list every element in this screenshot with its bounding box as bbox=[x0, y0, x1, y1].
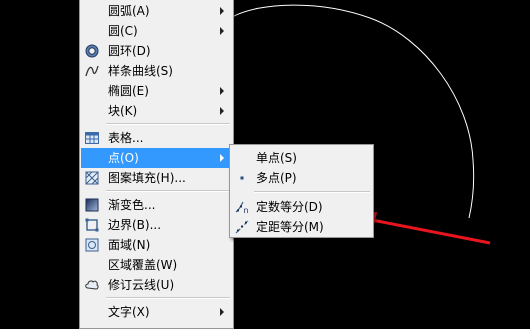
menu-separator bbox=[106, 123, 230, 125]
menu-item-label: 定数等分(D) bbox=[256, 200, 323, 214]
menu-item-circle[interactable]: 圆(C) bbox=[81, 21, 232, 41]
revcloud-icon bbox=[85, 280, 99, 290]
hatch-icon bbox=[85, 171, 99, 185]
menu-item-label: 单点(S) bbox=[256, 151, 297, 165]
menu-separator bbox=[106, 297, 230, 299]
menu-item-label: 样条曲线(S) bbox=[108, 64, 173, 78]
spline-icon bbox=[85, 65, 99, 77]
annotation-arrow-line bbox=[371, 218, 491, 245]
submenu-arrow-icon bbox=[220, 154, 224, 162]
menu-item-ellipse[interactable]: 椭圆(E) bbox=[81, 81, 232, 101]
submenu-item-single-point[interactable]: 单点(S) bbox=[231, 148, 372, 168]
menu-item-text[interactable]: 文字(X) bbox=[81, 302, 232, 322]
menu-item-spline[interactable]: 样条曲线(S) bbox=[81, 61, 232, 81]
menu-item-gradient[interactable]: 渐变色... bbox=[81, 195, 232, 215]
menu-item-label: 修订云线(U) bbox=[108, 278, 175, 292]
menu-item-label: 圆(C) bbox=[108, 24, 138, 38]
menu-item-point[interactable]: 点(O) bbox=[81, 148, 232, 168]
submenu-arrow-icon bbox=[220, 27, 224, 35]
submenu-item-multiple-points[interactable]: 多点(P) bbox=[231, 168, 372, 188]
menu-item-label: 定距等分(M) bbox=[256, 220, 324, 234]
menu-item-label: 区域覆盖(W) bbox=[108, 258, 178, 272]
gradient-icon bbox=[85, 198, 99, 212]
menu-item-hatch[interactable]: 图案填充(H)... bbox=[81, 168, 232, 188]
point-submenu: 单点(S) 多点(P) n 定数等分(D) 定距等分(M) bbox=[229, 144, 374, 238]
divide-icon: n bbox=[235, 201, 249, 214]
menu-item-label: 多点(P) bbox=[256, 171, 297, 185]
submenu-arrow-icon bbox=[220, 308, 224, 316]
multiple-points-icon bbox=[240, 176, 244, 180]
menu-item-label: 圆弧(A) bbox=[108, 4, 150, 18]
donut-icon bbox=[85, 44, 99, 58]
submenu-item-divide[interactable]: n 定数等分(D) bbox=[231, 197, 372, 217]
menu-item-label: 文字(X) bbox=[108, 305, 150, 319]
menu-item-table[interactable]: 表格... bbox=[81, 128, 232, 148]
menu-item-revcloud[interactable]: 修订云线(U) bbox=[81, 275, 232, 295]
menu-item-boundary[interactable]: 边界(B)... bbox=[81, 215, 232, 235]
menu-item-label: 圆环(D) bbox=[108, 44, 151, 58]
measure-icon bbox=[235, 220, 249, 234]
menu-item-label: 点(O) bbox=[108, 151, 139, 165]
menu-item-label: 表格... bbox=[108, 131, 144, 145]
menu-item-wipeout[interactable]: 区域覆盖(W) bbox=[81, 255, 232, 275]
submenu-arrow-icon bbox=[220, 7, 224, 15]
submenu-arrow-icon bbox=[220, 107, 224, 115]
draw-menu: 圆弧(A) 圆(C) 圆环(D) 样条曲线(S) 椭圆(E) 块(K) 表格..… bbox=[79, 0, 234, 329]
table-icon bbox=[85, 132, 99, 144]
submenu-item-measure[interactable]: 定距等分(M) bbox=[231, 217, 372, 237]
menu-item-label: 块(K) bbox=[108, 104, 138, 118]
menu-item-label: 渐变色... bbox=[108, 198, 156, 212]
menu-item-label: 椭圆(E) bbox=[108, 84, 149, 98]
svg-text:n: n bbox=[244, 206, 249, 214]
menu-item-arc[interactable]: 圆弧(A) bbox=[81, 1, 232, 21]
menu-item-label: 边界(B)... bbox=[108, 218, 162, 232]
menu-item-region[interactable]: 面域(N) bbox=[81, 235, 232, 255]
submenu-arrow-icon bbox=[220, 87, 224, 95]
menu-item-label: 图案填充(H)... bbox=[108, 171, 186, 185]
menu-separator bbox=[106, 190, 230, 192]
menu-item-block[interactable]: 块(K) bbox=[81, 101, 232, 121]
region-icon bbox=[85, 238, 99, 252]
menu-item-label: 面域(N) bbox=[108, 238, 151, 252]
menu-separator bbox=[254, 191, 370, 193]
menu-item-donut[interactable]: 圆环(D) bbox=[81, 41, 232, 61]
boundary-icon bbox=[85, 218, 99, 232]
